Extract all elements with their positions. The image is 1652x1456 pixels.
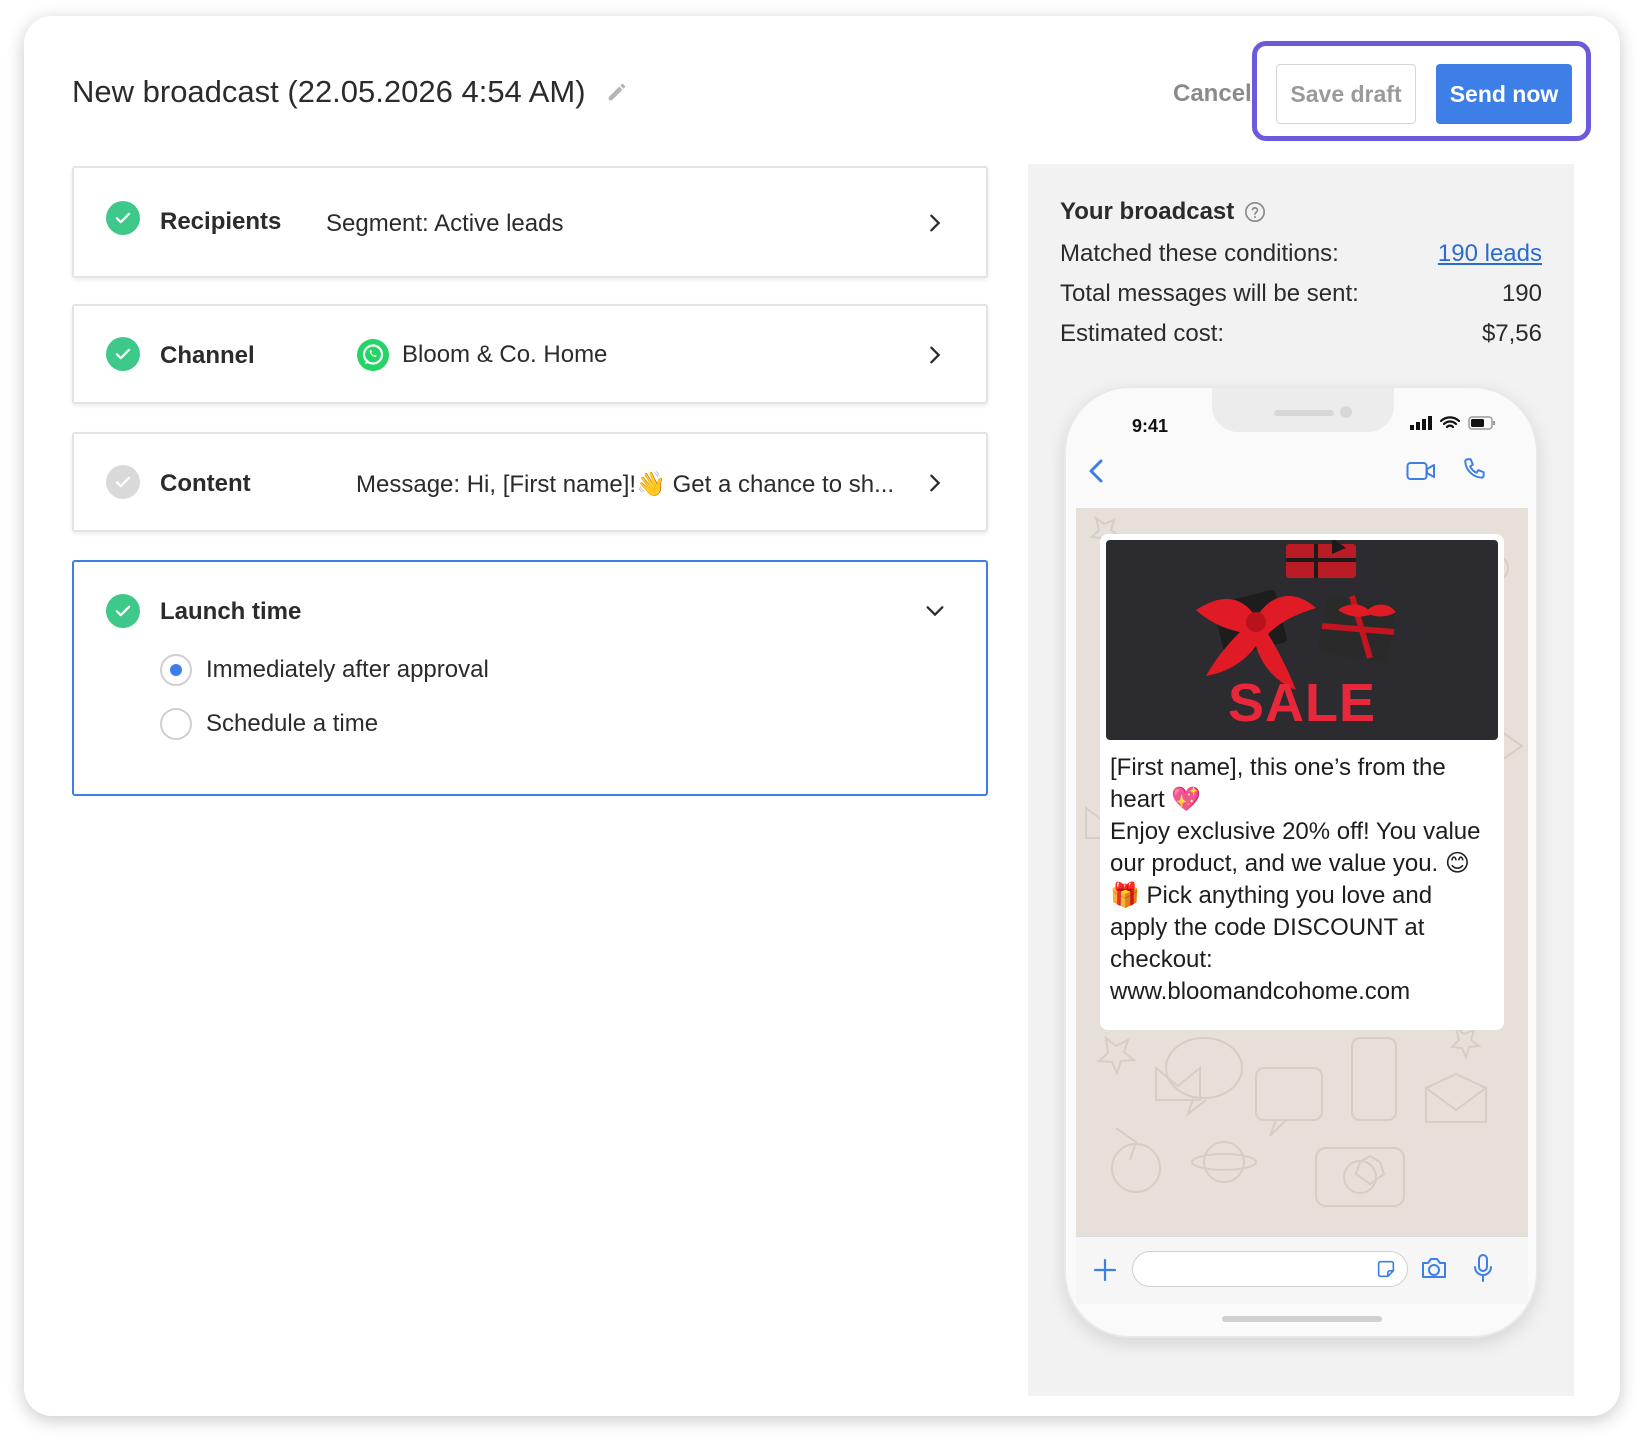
send-now-button[interactable]: Send now [1436, 64, 1572, 124]
page-title: New broadcast (22.05.2026 4:54 AM) [72, 74, 586, 109]
channel-name: Bloom & Co. Home [402, 341, 608, 368]
title-row: New broadcast (22.05.2026 4:54 AM) [72, 74, 628, 110]
check-icon [106, 465, 140, 499]
total-label: Total messages will be sent: [1060, 280, 1359, 307]
radio-immediately[interactable]: Immediately after approval [160, 654, 489, 686]
pencil-icon[interactable] [606, 81, 628, 103]
step-recipients[interactable]: Recipients Segment: Active leads [72, 166, 988, 278]
radio-schedule[interactable]: Schedule a time [160, 708, 378, 740]
total-value: 190 [1501, 280, 1542, 307]
save-draft-button[interactable]: Save draft [1276, 64, 1416, 124]
step-value: Bloom & Co. Home [356, 338, 607, 372]
summary-title-text: Your broadcast [1060, 198, 1235, 225]
chat-input[interactable] [1132, 1251, 1408, 1287]
sticker-icon[interactable] [1375, 1258, 1397, 1280]
back-arrow-icon[interactable] [1086, 458, 1106, 484]
chevron-right-icon[interactable] [924, 212, 946, 234]
summary-matched-row: Matched these conditions: 190 leads [1060, 240, 1542, 268]
step-launch-time[interactable]: Launch time Immediately after approval S… [72, 560, 988, 796]
step-label: Recipients [160, 208, 282, 235]
status-time: 9:41 [1132, 416, 1169, 436]
message-text: [First name], this one’s from the heart … [1110, 754, 1481, 1005]
check-icon [106, 594, 140, 628]
video-call-icon[interactable] [1406, 460, 1436, 482]
microphone-icon[interactable] [1472, 1253, 1494, 1283]
radio-label: Immediately after approval [206, 656, 489, 683]
camera-icon[interactable] [1420, 1255, 1448, 1281]
step-channel[interactable]: Channel Bloom & Co. Home [72, 304, 988, 404]
message-bubble: SALE [First name], this one’s from the h… [1100, 534, 1504, 1030]
battery-icon [1468, 416, 1495, 430]
plus-icon[interactable] [1092, 1257, 1118, 1283]
cancel-button[interactable]: Cancel [1173, 80, 1252, 108]
signal-icon [1410, 416, 1432, 430]
check-icon [106, 201, 140, 235]
step-label: Channel [160, 342, 255, 369]
step-label: Launch time [160, 598, 302, 625]
phone-notch [1212, 388, 1394, 432]
phone-preview: 9:41 SALE [First name], this one’s from … [1064, 386, 1538, 1338]
sale-image: SALE [1106, 540, 1498, 740]
status-icons [1410, 416, 1496, 430]
chevron-right-icon[interactable] [924, 472, 946, 494]
sale-text: SALE [1227, 673, 1377, 733]
check-icon [106, 337, 140, 371]
chevron-down-icon[interactable] [924, 600, 946, 622]
step-value: Segment: Active leads [326, 210, 564, 237]
step-content[interactable]: Content Message: Hi, [First name]!👋 Get … [72, 432, 988, 532]
summary-total-row: Total messages will be sent: 190 [1060, 280, 1542, 308]
home-indicator [1222, 1316, 1382, 1322]
radio-label: Schedule a time [206, 710, 379, 737]
chat-header [1066, 448, 1536, 498]
whatsapp-icon [357, 339, 389, 371]
step-label: Content [160, 470, 251, 497]
matched-label: Matched these conditions: [1060, 240, 1339, 267]
step-value: Message: Hi, [First name]!👋 Get a chance… [356, 471, 895, 498]
radio-button[interactable] [160, 708, 192, 740]
summary-title: Your broadcast [1060, 198, 1266, 226]
phone-call-icon[interactable] [1462, 456, 1488, 482]
cost-value: $7,56 [1481, 320, 1542, 347]
cost-label: Estimated cost: [1060, 320, 1225, 347]
radio-button[interactable] [160, 654, 192, 686]
leads-link[interactable]: 190 leads [1438, 240, 1542, 268]
chat-input-bar [1076, 1236, 1528, 1304]
summary-cost-row: Estimated cost: $7,56 [1060, 320, 1542, 348]
wifi-icon [1440, 416, 1460, 429]
help-icon[interactable] [1244, 201, 1266, 223]
chevron-right-icon[interactable] [924, 344, 946, 366]
